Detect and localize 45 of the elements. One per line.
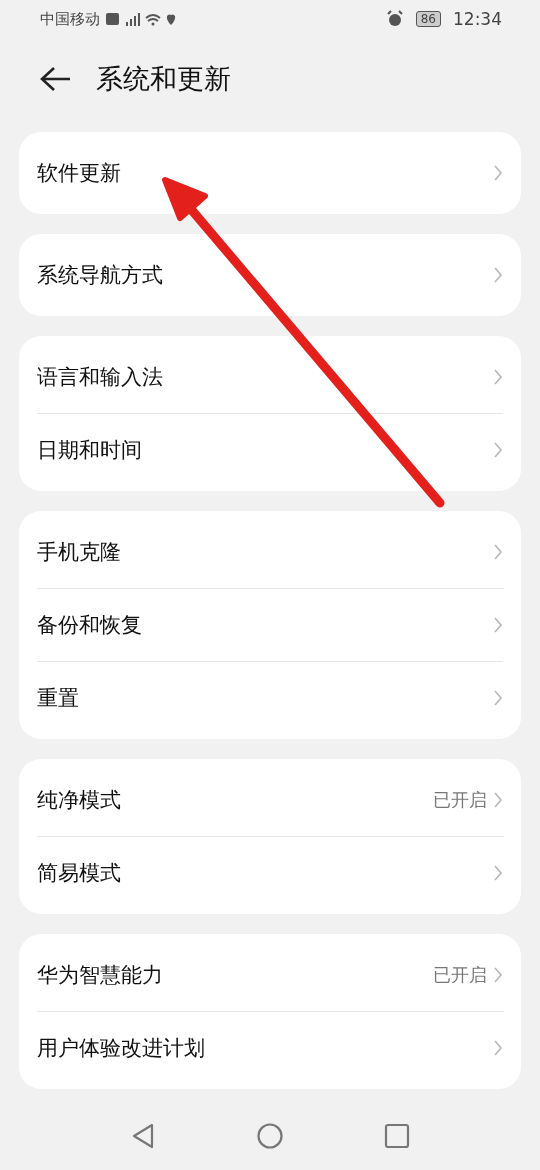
settings-item[interactable]: 备份和恢复: [37, 588, 503, 661]
page-title: 系统和更新: [96, 62, 231, 96]
home-nav-icon[interactable]: [256, 1122, 284, 1150]
item-label: 语言和输入法: [37, 364, 164, 391]
chevron-icon: [493, 543, 503, 561]
recents-nav-icon[interactable]: [384, 1123, 410, 1149]
chevron-icon: [493, 966, 503, 984]
settings-item[interactable]: 重置: [37, 661, 503, 734]
item-status: 已开启: [433, 788, 487, 812]
item-label: 纯净模式: [37, 787, 122, 814]
settings-item[interactable]: 日期和时间: [37, 413, 503, 486]
item-label: 简易模式: [37, 860, 122, 887]
item-label: 华为智慧能力: [37, 962, 164, 989]
settings-item[interactable]: 手机克隆: [37, 516, 503, 588]
settings-item[interactable]: 纯净模式 已开启: [37, 764, 503, 836]
item-label: 用户体验改进计划: [37, 1035, 206, 1062]
chevron-icon: [493, 1039, 503, 1057]
back-icon[interactable]: [38, 65, 72, 93]
item-label: 手机克隆: [37, 539, 122, 566]
chevron-icon: [493, 864, 503, 882]
settings-item[interactable]: 华为智慧能力 已开启: [37, 939, 503, 1011]
back-nav-icon[interactable]: [130, 1122, 156, 1150]
alarm-icon: [385, 10, 404, 28]
item-label: 系统导航方式: [37, 262, 164, 289]
item-label: 备份和恢复: [37, 612, 143, 639]
settings-item[interactable]: 用户体验改进计划: [37, 1011, 503, 1084]
carrier-name: 中国移动: [40, 9, 100, 29]
clock-time: 12:34: [453, 9, 502, 29]
chevron-icon: [493, 266, 503, 284]
settings-item[interactable]: 简易模式: [37, 836, 503, 909]
signal-icons: [106, 11, 176, 27]
settings-item[interactable]: 语言和输入法: [37, 341, 503, 413]
battery-level: 86: [415, 11, 441, 27]
chevron-icon: [493, 368, 503, 386]
chevron-icon: [493, 791, 503, 809]
item-label: 重置: [37, 685, 80, 712]
item-status: 已开启: [433, 963, 487, 987]
item-label: 日期和时间: [37, 437, 143, 464]
settings-item[interactable]: 软件更新: [37, 137, 503, 209]
chevron-icon: [493, 164, 503, 182]
item-label: 软件更新: [37, 160, 122, 187]
chevron-icon: [493, 616, 503, 634]
chevron-icon: [493, 441, 503, 459]
settings-item[interactable]: 系统导航方式: [37, 239, 503, 311]
chevron-icon: [493, 689, 503, 707]
